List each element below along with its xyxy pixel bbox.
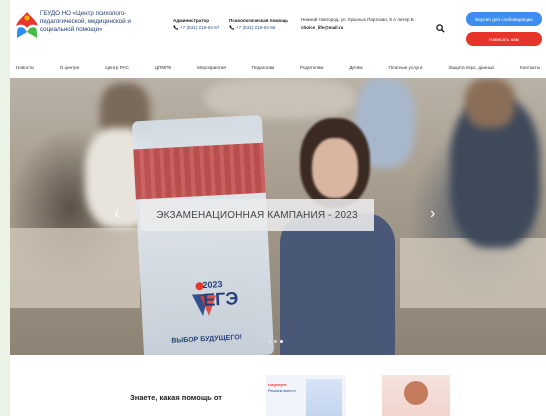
slide-dot[interactable] <box>274 340 277 343</box>
help-heading: Знаете, какая помощь от <box>130 393 222 402</box>
hero-person <box>280 118 395 355</box>
nav-item-about[interactable]: О центре <box>60 65 80 70</box>
nav-item-privacy[interactable]: Защита перс. данных <box>448 65 494 70</box>
hero-slider[interactable]: 2023 ЕГЭ ВЫБОР БУДУЩЕГО! ЭКЗАМЕНАЦИОННАЯ… <box>10 78 546 355</box>
phone-icon <box>173 25 178 30</box>
gosuslugi-card[interactable]: госуслуги Решаем вместе <box>266 375 346 416</box>
nav-item-news[interactable]: Новости <box>16 65 34 70</box>
contact-psych: Психологическая помощь +7 (831) 215-04-6… <box>229 17 288 31</box>
nav-item-teachers[interactable]: Педагогам <box>252 65 274 70</box>
phone-text: +7 (831) 215-04-66 <box>236 25 276 30</box>
nav-item-cpmpk[interactable]: ЦПМПК <box>155 65 172 70</box>
contact-psych-title: Психологическая помощь <box>229 18 289 23</box>
chevron-left-icon[interactable]: ‹ <box>114 206 119 222</box>
accessible-version-button[interactable]: Версия для слабовидящих <box>466 12 542 26</box>
org-name[interactable]: ГБУДО НО «Центр психолого-педагогической… <box>40 10 155 34</box>
org-logo[interactable] <box>14 10 40 40</box>
write-us-button[interactable]: Написать нам <box>466 32 542 46</box>
nav-item-parents[interactable]: Родителям <box>300 65 323 70</box>
phone-icon <box>229 25 234 30</box>
card-brand: госуслуги <box>268 383 287 387</box>
site-header: ГБУДО НО «Центр психолого-педагогической… <box>10 0 546 56</box>
search-icon[interactable] <box>436 24 445 33</box>
hero-banner[interactable]: ЭКЗАМЕНАЦИОННАЯ КАМПАНИЯ - 2023 <box>140 199 374 231</box>
email-link[interactable]: choice_life@mail.ru <box>301 24 421 32</box>
card-image <box>306 379 342 416</box>
nav-item-ras[interactable]: Центр РАС <box>105 65 128 70</box>
nav-item-contacts[interactable]: Контакты <box>520 65 540 70</box>
contact-admin-title: Администратор <box>173 18 210 23</box>
nav-item-children[interactable]: Детям <box>349 65 362 70</box>
slide-dot[interactable] <box>268 340 271 343</box>
card-subtitle: Решаем вместе <box>268 389 296 393</box>
bg-desk <box>400 238 546 308</box>
bg-desk <box>10 228 140 308</box>
bg-wall <box>205 78 355 118</box>
contact-psych-phone[interactable]: +7 (831) 215-04-66 <box>229 24 288 31</box>
nav-item-paid[interactable]: Платные услуги <box>388 65 422 70</box>
slide-dot-active[interactable] <box>280 340 283 343</box>
slider-dots <box>268 340 283 343</box>
main-nav: Новости О центре Центр РАС ЦПМПК Меропри… <box>10 60 546 74</box>
contact-admin-phone[interactable]: +7 (831) 215-04-67 <box>173 24 219 31</box>
address-block: Нижний Новгород, ул. Красных Партизан, 8… <box>301 16 421 32</box>
site-frame: ГБУДО НО «Центр психолого-педагогической… <box>10 0 546 416</box>
phone-text: +7 (831) 215-04-67 <box>180 25 220 30</box>
bag-slogan: ВЫБОР БУДУЩЕГО! <box>171 334 243 345</box>
contact-admin: Администратор +7 (831) 215-04-67 <box>173 17 219 31</box>
chevron-right-icon[interactable]: › <box>430 206 435 222</box>
bg-student <box>465 78 515 128</box>
address-text: Нижний Новгород, ул. Красных Партизан, 8… <box>301 17 414 22</box>
nav-item-events[interactable]: Мероприятия <box>197 65 226 70</box>
bag-title: ЕГЭ <box>202 288 239 311</box>
bag-seal <box>133 142 266 200</box>
promo-image[interactable] <box>382 375 450 416</box>
exam-bag-image: 2023 ЕГЭ ВЫБОР БУДУЩЕГО! <box>131 114 275 355</box>
